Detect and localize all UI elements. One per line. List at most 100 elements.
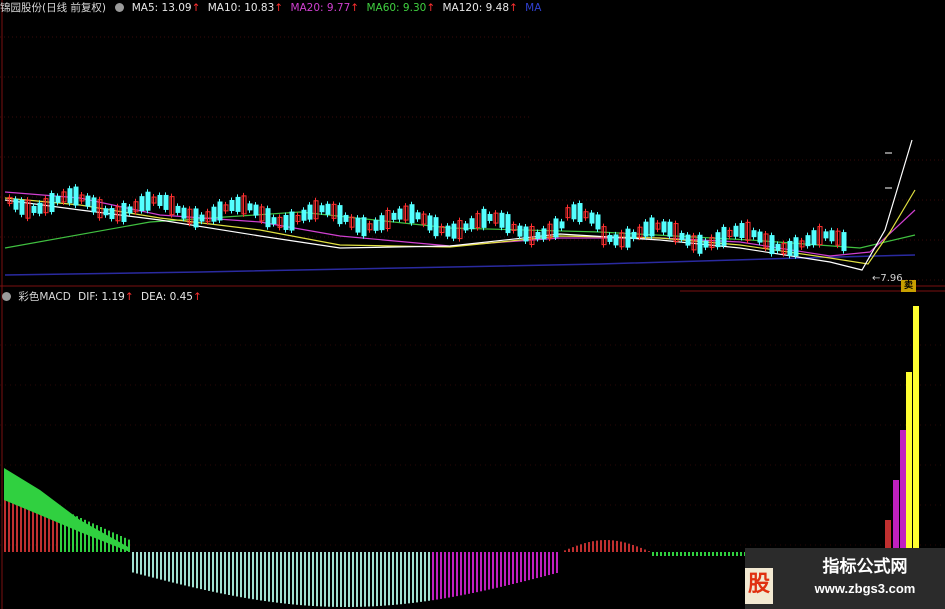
macd-bar — [428, 552, 430, 601]
candle-down — [337, 205, 343, 225]
candle-down — [523, 226, 529, 242]
candle-down — [373, 219, 379, 231]
macd-bar — [140, 552, 142, 575]
macd-bar — [592, 541, 594, 552]
macd-bar — [636, 546, 638, 552]
candle-down — [427, 215, 433, 231]
macd-bar — [232, 552, 234, 596]
stock-chart-window: 锦园股份(日线 前复权) MA5: 13.09↑ MA10: 10.83↑ MA… — [0, 0, 945, 609]
macd-bar — [484, 552, 486, 591]
macd-bar — [316, 552, 318, 607]
macd-bar — [732, 552, 734, 556]
macd-bar — [212, 552, 214, 592]
macd-bar — [204, 552, 206, 591]
macd-bar — [240, 552, 242, 598]
macd-bar — [600, 540, 602, 552]
macd-bar — [256, 552, 258, 600]
macd-bar — [644, 549, 646, 552]
candle-down — [775, 243, 781, 251]
candle-down — [157, 194, 163, 206]
macd-bar — [532, 552, 534, 580]
macd-bar — [388, 552, 390, 606]
macd-bar — [452, 552, 454, 597]
macd-bar — [608, 540, 610, 552]
macd-bar — [296, 552, 298, 605]
macd-bar — [224, 552, 226, 595]
macd-bar — [288, 552, 290, 605]
macd-bar — [640, 547, 642, 552]
macd-bar — [284, 552, 286, 604]
stock-name: 锦园股份(日线 前复权) — [0, 2, 107, 14]
macd-bar — [348, 552, 350, 607]
macd-bar — [588, 542, 590, 552]
candle-down — [217, 201, 223, 221]
macd-bar — [244, 552, 246, 598]
candle-down — [211, 206, 217, 222]
candle-down — [631, 231, 637, 239]
macd-bar — [712, 552, 714, 556]
macd-bar — [624, 542, 626, 552]
macd-bar — [216, 552, 218, 593]
candle-down — [463, 223, 469, 231]
candle-down — [91, 197, 97, 213]
candle-down — [55, 195, 61, 203]
macd-bar — [740, 552, 742, 556]
candle-down — [703, 240, 709, 248]
low-price-label: ←7.96 — [872, 273, 903, 284]
macd-bar — [416, 552, 418, 603]
macd-bar — [384, 552, 386, 606]
macd-bar — [580, 544, 582, 552]
macd-bar — [276, 552, 278, 603]
macd-bar — [420, 552, 422, 602]
macd-bar — [668, 552, 670, 556]
candle-down — [607, 234, 613, 242]
macd-bar — [520, 552, 522, 583]
macd-bar — [356, 552, 358, 607]
candle-down — [595, 214, 601, 230]
candle-down — [265, 208, 271, 228]
watermark-title: 指标公式网 — [822, 557, 908, 577]
macd-bar — [724, 552, 726, 556]
candle-down — [667, 221, 673, 237]
ma20-value: MA20: 9.77↑ — [290, 2, 360, 14]
candle-down — [49, 193, 55, 213]
macd-bar — [320, 552, 322, 607]
macd-header: 彩色MACD DIF: 1.19↑ DEA: 0.45↑ — [0, 289, 206, 305]
macd-bar — [476, 552, 478, 593]
macd-bar — [556, 552, 558, 574]
macd-bar — [408, 552, 410, 604]
macd-bar — [188, 552, 190, 587]
candle-down — [805, 235, 811, 247]
candle-down — [625, 228, 631, 248]
candle-down — [451, 223, 457, 239]
macd-bar — [252, 552, 254, 600]
candle-down — [433, 217, 439, 237]
macd-bar — [160, 552, 162, 580]
macd-bar — [660, 552, 662, 556]
macd-bar — [500, 552, 502, 587]
macd-green-band — [4, 468, 130, 552]
macd-bar — [464, 552, 466, 595]
candle-down — [361, 217, 367, 237]
macd-bar — [648, 551, 650, 552]
macd-bar — [704, 552, 706, 556]
candle-down — [145, 191, 151, 211]
dea-value: DEA: 0.45↑ — [141, 291, 202, 303]
macd-bar — [536, 552, 538, 579]
macd-bar — [628, 543, 630, 552]
candle-down — [577, 203, 583, 223]
macd-bar — [696, 552, 698, 556]
macd-bar — [564, 550, 566, 552]
candlesticks — [7, 184, 847, 259]
settings-circle-icon[interactable] — [115, 3, 125, 12]
macd-bar — [136, 552, 138, 574]
candle-down — [559, 221, 565, 229]
macd-bar — [552, 552, 554, 575]
candle-down — [127, 206, 133, 214]
settings-circle-icon[interactable] — [2, 292, 11, 301]
macd-bar — [152, 552, 154, 578]
macd-bar — [620, 541, 622, 552]
candle-down — [823, 231, 829, 239]
macd-bar — [376, 552, 378, 607]
macd-bar — [708, 552, 710, 556]
